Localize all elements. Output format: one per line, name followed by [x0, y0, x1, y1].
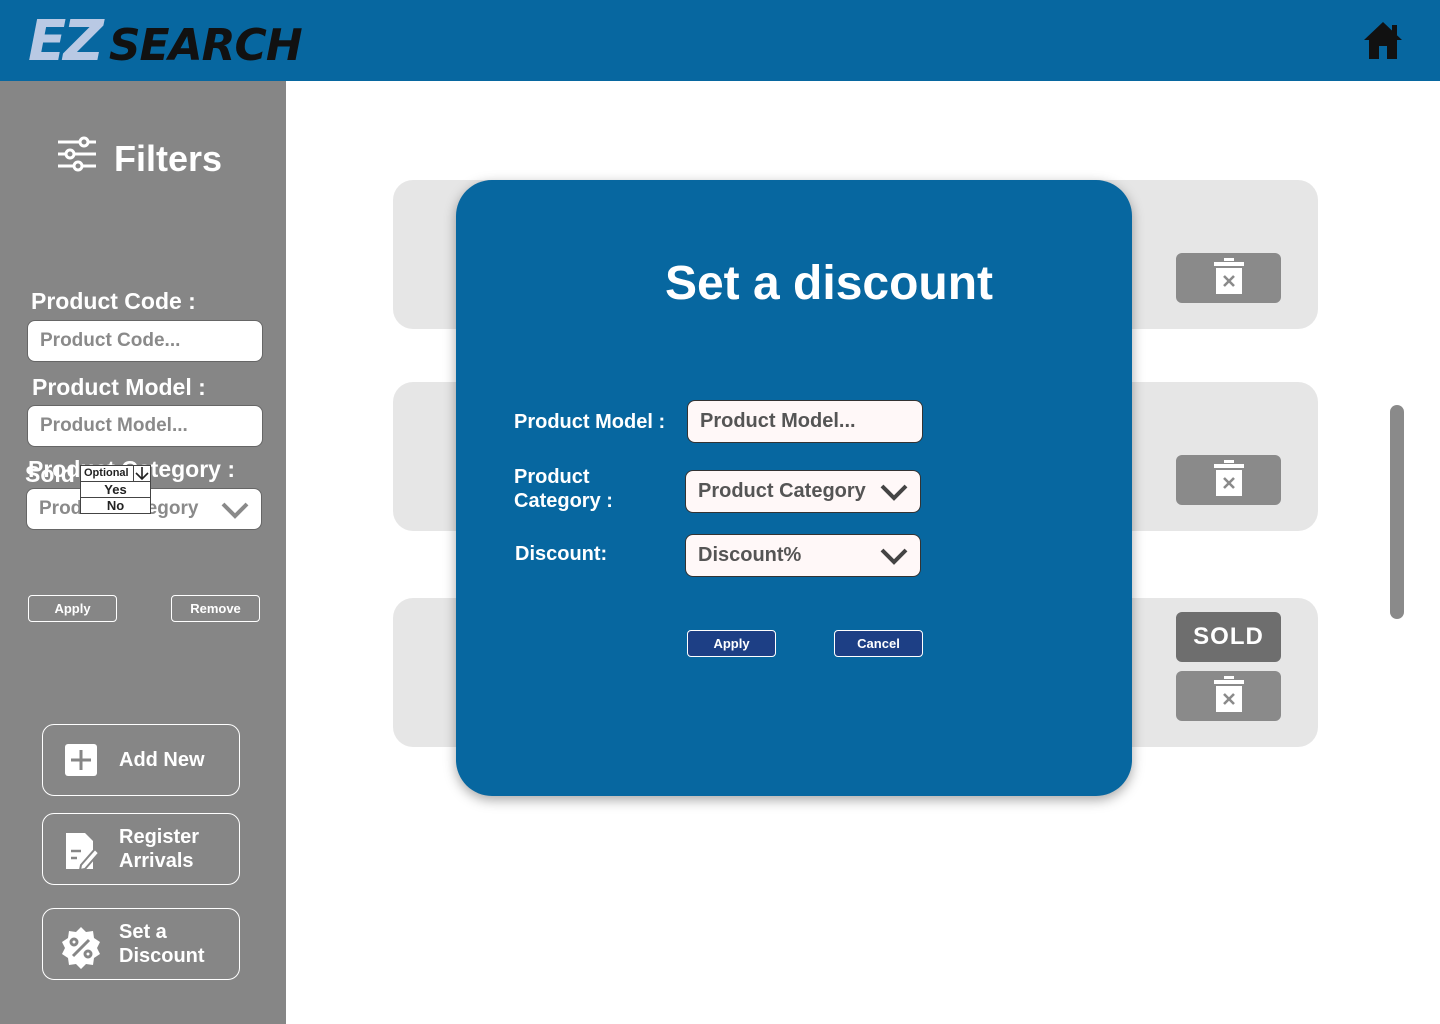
modal-product-category-label-line1: Product	[514, 466, 590, 488]
plus-icon	[63, 742, 99, 778]
modal-apply-button[interactable]: Apply	[687, 630, 776, 657]
modal-product-model-input[interactable]: Product Model...	[687, 400, 923, 443]
delete-button[interactable]	[1176, 455, 1281, 505]
set-discount-button[interactable]: Set a Discount	[42, 908, 240, 980]
sold-option-yes[interactable]: Yes	[80, 481, 151, 498]
filters-title: Filters	[114, 137, 223, 179]
modal-title: Set a discount	[664, 257, 994, 310]
app-logo[interactable]: EZ SEARCH	[28, 9, 303, 74]
product-code-label: Product Code :	[31, 288, 196, 314]
filter-remove-button[interactable]: Remove	[171, 595, 260, 622]
percent-badge-icon	[62, 926, 100, 969]
logo-ez-text: EZ	[28, 9, 104, 74]
sold-dropdown[interactable]: Optional Yes No	[80, 465, 151, 514]
vertical-scrollbar[interactable]	[1390, 405, 1404, 619]
sold-option-no[interactable]: No	[80, 497, 151, 514]
product-model-label: Product Model :	[32, 374, 206, 400]
trash-icon	[1213, 459, 1244, 501]
sold-badge[interactable]: SOLD	[1176, 612, 1281, 662]
modal-product-category-label-line2: Category :	[514, 490, 613, 512]
add-new-label: Add New	[119, 749, 205, 771]
product-code-input[interactable]: Product Code...	[27, 320, 263, 362]
product-model-input[interactable]: Product Model...	[27, 405, 263, 447]
modal-product-model-label: Product Model :	[514, 411, 666, 433]
home-icon[interactable]	[1362, 19, 1404, 61]
modal-discount-label: Discount:	[515, 543, 608, 565]
chevron-down-icon	[221, 501, 249, 525]
modal-product-category-value: Product Category	[698, 480, 866, 502]
modal-product-category-select[interactable]: Product Category	[685, 470, 921, 513]
edit-document-icon	[63, 831, 101, 872]
sold-option-optional[interactable]: Optional	[80, 465, 151, 482]
modal-product-category-label: Product Category :	[514, 465, 613, 513]
sold-label: Sold	[25, 461, 75, 487]
register-arrivals-button[interactable]: Register Arrivals	[42, 813, 240, 885]
chevron-down-icon	[880, 483, 908, 507]
filter-apply-button[interactable]: Apply	[28, 595, 117, 622]
filters-heading: Filters	[56, 136, 222, 181]
modal-cancel-button[interactable]: Cancel	[834, 630, 923, 657]
delete-button[interactable]	[1176, 671, 1281, 721]
delete-button[interactable]	[1176, 253, 1281, 303]
sold-option-label: Optional	[84, 467, 129, 479]
chevron-down-icon	[880, 547, 908, 571]
register-arrivals-label: Register Arrivals	[119, 826, 200, 872]
add-new-button[interactable]: Add New	[42, 724, 240, 796]
arrow-down-icon	[133, 466, 150, 481]
app-header: EZ SEARCH	[0, 0, 1440, 81]
set-discount-label: Set a Discount	[119, 921, 205, 967]
sliders-icon	[56, 136, 98, 181]
trash-icon	[1213, 257, 1244, 299]
modal-discount-value: Discount%	[698, 544, 802, 566]
set-discount-modal: Set a discount Product Model : Product M…	[456, 180, 1132, 796]
modal-discount-select[interactable]: Discount%	[685, 534, 921, 577]
logo-search-text: SEARCH	[108, 20, 303, 71]
trash-icon	[1213, 675, 1244, 717]
